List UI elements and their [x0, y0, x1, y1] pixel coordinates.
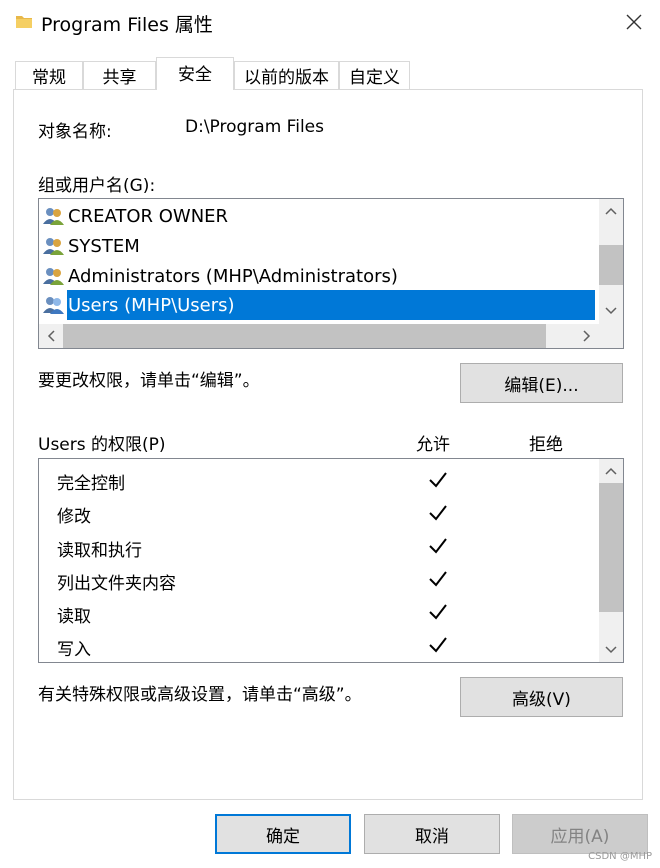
chevron-up-icon — [605, 207, 617, 215]
groups-listbox[interactable]: CREATOR OWNER SYSTEM Administrators (MHP… — [38, 198, 624, 349]
groups-horizontal-scrollbar[interactable] — [39, 324, 623, 348]
user-group-icon — [43, 208, 64, 225]
chevron-up-icon — [605, 467, 617, 475]
check-icon — [429, 472, 447, 488]
close-button[interactable] — [616, 5, 652, 39]
close-icon — [626, 14, 642, 30]
window-title: Program Files 属性 — [41, 14, 213, 36]
chevron-down-icon — [605, 646, 617, 654]
permissions-listbox[interactable]: 完全控制 修改 读取和执行 列出文件夹内容 读取 写入 — [38, 458, 624, 663]
tab-security-label: 安全 — [178, 64, 212, 85]
permission-modify: 修改 — [57, 507, 91, 527]
check-icon — [429, 604, 447, 620]
scroll-up-button[interactable] — [599, 199, 623, 223]
permission-list-folder: 列出文件夹内容 — [57, 574, 176, 594]
object-name-label: 对象名称: — [38, 122, 112, 142]
scroll-thumb[interactable] — [599, 245, 623, 285]
ok-button[interactable]: 确定 — [215, 814, 351, 854]
check-icon — [429, 571, 447, 587]
group-name: Administrators (MHP\Administrators) — [68, 265, 398, 287]
scroll-down-button[interactable] — [599, 299, 623, 323]
edit-button[interactable]: 编辑(E)... — [460, 363, 623, 403]
chevron-down-icon — [605, 307, 617, 315]
group-item-users[interactable]: Users (MHP\Users) — [43, 291, 235, 319]
advanced-hint: 有关特殊权限或高级设置，请单击“高级”。 — [38, 685, 362, 705]
tab-sharing[interactable]: 共享 — [83, 61, 156, 89]
tab-sharing-label: 共享 — [102, 68, 137, 88]
scroll-thumb[interactable] — [63, 324, 546, 348]
groups-label: 组或用户名(G): — [38, 176, 156, 196]
permission-read-execute: 读取和执行 — [57, 541, 142, 561]
group-name: SYSTEM — [68, 235, 140, 257]
user-group-icon — [43, 238, 64, 255]
scroll-up-button[interactable] — [599, 459, 623, 483]
apply-button[interactable]: 应用(A) — [512, 814, 648, 854]
tab-customize[interactable]: 自定义 — [339, 61, 410, 89]
cancel-button[interactable]: 取消 — [364, 814, 500, 854]
permissions-vertical-scrollbar[interactable] — [599, 459, 623, 662]
scroll-left-button[interactable] — [39, 324, 63, 348]
check-icon — [429, 637, 447, 653]
scroll-right-button[interactable] — [575, 324, 599, 348]
title-bar: Program Files 属性 — [0, 0, 660, 44]
edit-hint: 要更改权限，请单击“编辑”。 — [38, 371, 260, 391]
user-group-icon — [43, 297, 64, 314]
check-icon — [429, 505, 447, 521]
group-name: Users (MHP\Users) — [68, 294, 235, 316]
chevron-right-icon — [583, 330, 591, 342]
tab-previous-versions[interactable]: 以前的版本 — [234, 61, 339, 89]
watermark: CSDN @MHP — [588, 851, 652, 862]
permission-full-control: 完全控制 — [57, 474, 125, 494]
object-name-value: D:\Program Files — [185, 117, 324, 137]
group-item-creator-owner[interactable]: CREATOR OWNER — [43, 202, 228, 230]
scrollbar-corner — [599, 324, 623, 348]
advanced-button[interactable]: 高级(V) — [460, 677, 623, 717]
permissions-label: Users 的权限(P) — [38, 435, 166, 455]
allow-column-header: 允许 — [416, 435, 450, 455]
group-item-administrators[interactable]: Administrators (MHP\Administrators) — [43, 262, 398, 290]
tab-customize-label: 自定义 — [349, 68, 400, 88]
user-group-icon — [43, 268, 64, 285]
scroll-thumb[interactable] — [599, 483, 623, 612]
group-name: CREATOR OWNER — [68, 205, 229, 227]
permission-write: 写入 — [57, 640, 91, 660]
tab-general-label: 常规 — [32, 68, 66, 88]
tab-general[interactable]: 常规 — [15, 61, 83, 89]
chevron-left-icon — [47, 330, 55, 342]
permission-read: 读取 — [57, 607, 91, 627]
tab-previous-versions-label: 以前的版本 — [244, 68, 329, 88]
deny-column-header: 拒绝 — [529, 435, 563, 455]
groups-vertical-scrollbar[interactable] — [599, 199, 623, 324]
group-item-system[interactable]: SYSTEM — [43, 232, 140, 260]
check-icon — [429, 538, 447, 554]
folder-icon — [16, 16, 32, 28]
tab-security[interactable]: 安全 — [156, 57, 234, 90]
security-panel: 对象名称: D:\Program Files 组或用户名(G): CREATOR… — [13, 89, 643, 800]
scroll-down-button[interactable] — [599, 638, 623, 662]
